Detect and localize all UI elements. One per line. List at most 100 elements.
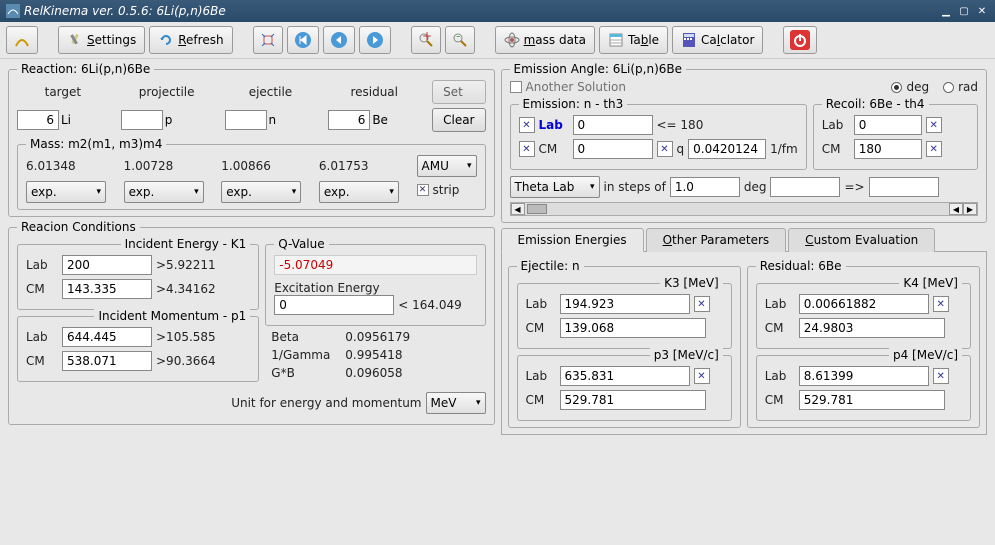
incident-momentum-group: Incident Momentum - p1 Lab>105.585 CM>90… — [17, 316, 259, 382]
ie-lab-input[interactable] — [62, 255, 152, 275]
ie-cm-input[interactable] — [62, 279, 152, 299]
rad-radio[interactable] — [943, 82, 954, 93]
ej-k-lab-clear[interactable]: ✕ — [694, 296, 710, 312]
refresh-button[interactable]: Refresh — [149, 26, 232, 54]
calculator-button[interactable]: Calclator — [672, 26, 763, 54]
ex-lt: < 164.049 — [398, 298, 462, 312]
res-p-cm-input[interactable] — [799, 390, 945, 410]
app-home-button[interactable] — [6, 26, 38, 54]
ej-legend: Ejectile: n — [517, 259, 584, 273]
rec-cm-input[interactable] — [854, 139, 922, 159]
rec-lab-clear[interactable]: ✕ — [926, 117, 942, 133]
hdr-projectile: projectile — [121, 85, 213, 99]
res-p-lab-input[interactable] — [799, 366, 929, 386]
ej-k-lab-input[interactable] — [560, 294, 690, 314]
strip-checkbox[interactable]: ✕ — [417, 184, 429, 196]
set-button[interactable]: Set — [432, 80, 485, 104]
res-p-lab-clear[interactable]: ✕ — [933, 368, 949, 384]
ej-k-cm-input[interactable] — [560, 318, 706, 338]
resid-sym: Be — [370, 113, 390, 127]
res-k-lab-input[interactable] — [799, 294, 929, 314]
im-legend: Incident Momentum - p1 — [94, 309, 250, 323]
steps-to-input[interactable] — [869, 177, 939, 197]
nav-prev-icon[interactable] — [323, 26, 355, 54]
tab-custom-evaluation[interactable]: Custom Evaluation — [788, 228, 935, 252]
q-input[interactable] — [688, 139, 766, 159]
tab-other-parameters[interactable]: Other Parameters — [646, 228, 787, 252]
unit-select[interactable]: MeV — [426, 392, 486, 414]
ej-p-lab-clear[interactable]: ✕ — [694, 368, 710, 384]
im-lab-input[interactable] — [62, 327, 152, 347]
power-icon[interactable] — [783, 26, 817, 54]
em-lab-l: Lab — [539, 118, 569, 132]
incident-energy-group: Incident Energy - K1 Lab>5.92211 CM>4.34… — [17, 244, 259, 310]
ej-p-legend: p3 [MeV/c] — [650, 348, 723, 362]
beta-v: 0.0956179 — [345, 330, 410, 344]
mass-m1: 6.01348 — [26, 159, 116, 173]
mass-src3-select[interactable]: exp. — [221, 181, 301, 203]
em-cm-clear[interactable]: ✕ — [519, 141, 535, 157]
maximize-icon[interactable]: ▢ — [957, 4, 971, 18]
proj-a-input[interactable] — [121, 110, 163, 130]
gb-l: G*B — [271, 366, 341, 380]
em-lab-clear[interactable]: ✕ — [519, 117, 535, 133]
ej-p-lab-input[interactable] — [560, 366, 690, 386]
mass-src1-select[interactable]: exp. — [26, 181, 106, 203]
angle-slider[interactable]: ◀ ◀ ▶ — [510, 202, 979, 216]
mass-unit-select[interactable]: AMU — [417, 155, 477, 177]
close-icon[interactable]: ✕ — [975, 4, 989, 18]
slider-right2-icon[interactable]: ▶ — [963, 203, 977, 215]
rec-lab-input[interactable] — [854, 115, 922, 135]
ejec-a-input[interactable] — [225, 110, 267, 130]
minimize-icon[interactable]: ▁ — [939, 4, 953, 18]
slider-thumb[interactable] — [527, 204, 547, 214]
steps-input[interactable] — [670, 177, 740, 197]
mass-data-button[interactable]: mass data — [495, 26, 595, 54]
proj-sym: p — [163, 113, 175, 127]
ej-k-lab-l: Lab — [526, 297, 556, 311]
ejectile-group: Ejectile: n K3 [MeV] Lab✕ CM p3 [MeV/c] … — [508, 266, 741, 428]
ej-p-group: p3 [MeV/c] Lab✕ CM — [517, 355, 732, 421]
hdr-ejectile: ejectile — [225, 85, 317, 99]
res-k-lab-clear[interactable]: ✕ — [933, 296, 949, 312]
another-checkbox[interactable] — [510, 81, 522, 93]
mass-m4: 6.01753 — [319, 159, 409, 173]
steps-from-input[interactable] — [770, 177, 840, 197]
q-unit: 1/fm — [770, 142, 798, 156]
zoom-in-icon[interactable]: + — [411, 26, 441, 54]
rec-cm-l: CM — [822, 142, 850, 156]
ej-p-cm-input[interactable] — [560, 390, 706, 410]
em-legend: Emission: n - th3 — [519, 97, 628, 111]
toolbar: SSettingsettings Refresh + - mass data T… — [0, 22, 995, 59]
settings-button[interactable]: SSettingsettings — [58, 26, 145, 54]
clear-button[interactable]: Clear — [432, 108, 485, 132]
em-q-clear[interactable]: ✕ — [657, 141, 673, 157]
im-cm-gt: >90.3664 — [156, 354, 216, 368]
hdr-residual: residual — [328, 85, 420, 99]
ie-lab-l: Lab — [26, 258, 58, 272]
zoom-out-icon[interactable]: - — [445, 26, 475, 54]
hdr-target: target — [17, 85, 109, 99]
nav-next-icon[interactable] — [359, 26, 391, 54]
titlebar: RelKinema ver. 0.5.6: 6Li(p,n)6Be ▁ ▢ ✕ — [0, 0, 995, 22]
res-k-cm-input[interactable] — [799, 318, 945, 338]
ex-input[interactable] — [274, 295, 394, 315]
mass-src4-select[interactable]: exp. — [319, 181, 399, 203]
target-a-input[interactable] — [17, 110, 59, 130]
em-cm-input[interactable] — [573, 139, 653, 159]
deg-radio[interactable] — [891, 82, 902, 93]
slider-right-icon[interactable]: ◀ — [949, 203, 963, 215]
nav-first-icon[interactable] — [287, 26, 319, 54]
em-lab-input[interactable] — [573, 115, 653, 135]
tab-emission-energies[interactable]: Emission Energies — [501, 228, 644, 252]
slider-left-icon[interactable]: ◀ — [511, 203, 525, 215]
theta-select[interactable]: Theta Lab — [510, 176, 600, 198]
rad-label: rad — [958, 80, 978, 94]
im-cm-input[interactable] — [62, 351, 152, 371]
table-button[interactable]: Table — [599, 26, 668, 54]
residual-group: Residual: 6Be K4 [MeV] Lab✕ CM p4 [MeV/c… — [747, 266, 980, 428]
resid-a-input[interactable] — [328, 110, 370, 130]
expand-icon[interactable] — [253, 26, 283, 54]
mass-src2-select[interactable]: exp. — [124, 181, 204, 203]
rec-cm-clear[interactable]: ✕ — [926, 141, 942, 157]
